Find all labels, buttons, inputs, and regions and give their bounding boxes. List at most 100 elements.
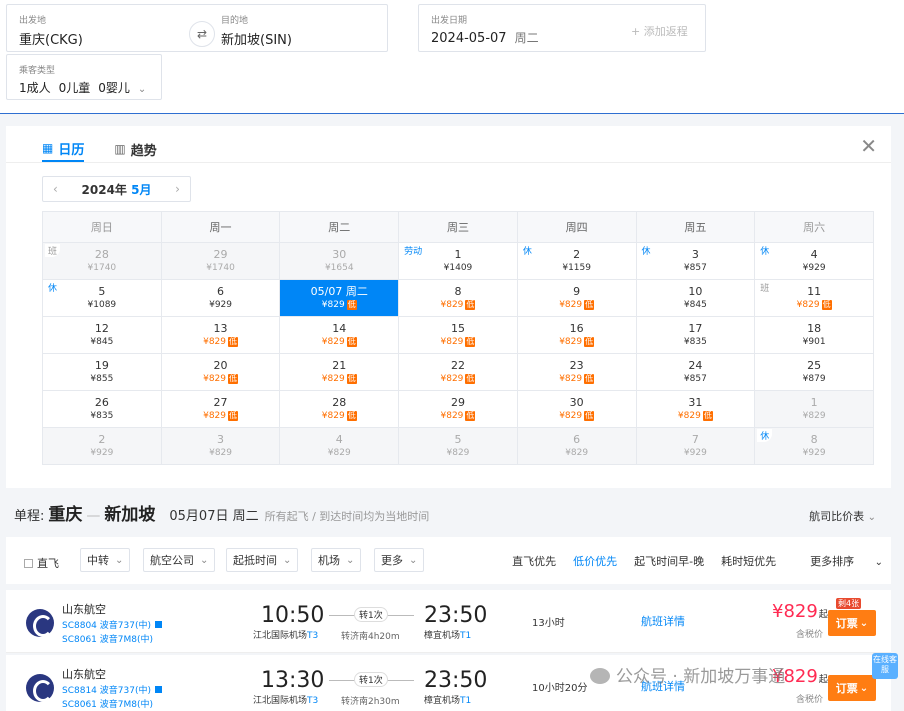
day-price-value: ¥835: [683, 337, 707, 347]
calendar-day[interactable]: 休 8 ¥929: [754, 427, 874, 465]
day-number: 25: [807, 359, 822, 372]
day-price: ¥829 低: [280, 299, 398, 311]
calendar-day[interactable]: 2 ¥929: [42, 427, 162, 465]
flight-code-1[interactable]: SC8814 波音737(中): [62, 683, 162, 696]
calendar-day[interactable]: 20 ¥829 低: [160, 353, 281, 391]
calendar-day[interactable]: 29 ¥829 低: [398, 390, 518, 428]
calendar-day[interactable]: 4 ¥829: [279, 427, 400, 465]
day-price: ¥829 低: [162, 410, 280, 422]
sort-more[interactable]: 更多排序 ⌄: [793, 553, 883, 569]
calendar-day[interactable]: 14 ¥829 低: [279, 316, 400, 354]
day-price: ¥1089: [43, 299, 161, 311]
low-price-badge: 低: [465, 337, 476, 347]
calendar-day[interactable]: 12 ¥845: [42, 316, 162, 354]
calendar-day[interactable]: 6 ¥829: [516, 427, 637, 465]
calendar-day[interactable]: 10 ¥845: [635, 279, 756, 317]
calendar-day[interactable]: 24 ¥857: [635, 353, 756, 391]
calendar-day[interactable]: 21 ¥829 低: [279, 353, 400, 391]
calendar-day[interactable]: 1 ¥829: [754, 390, 874, 428]
tab-calendar[interactable]: ▦ 日历: [42, 136, 85, 162]
low-price-badge: 低: [346, 337, 357, 347]
flight-detail-link[interactable]: 航班详情: [641, 613, 685, 629]
day-price: ¥829: [399, 447, 517, 459]
terminal: T3: [307, 696, 319, 706]
calendar-day[interactable]: 劳动 1 ¥1409: [398, 242, 518, 280]
day-number: 29: [450, 396, 465, 409]
day-number: 16: [569, 322, 584, 335]
calendar-day[interactable]: 17 ¥835: [635, 316, 756, 354]
calendar-day[interactable]: 班 28 ¥1740: [42, 242, 162, 280]
calendar-day[interactable]: 16 ¥829 低: [516, 316, 637, 354]
sort-departure-time[interactable]: 起飞时间早-晚: [634, 553, 704, 569]
sort-lowest-price[interactable]: 低价优先: [573, 553, 617, 569]
calendar-day[interactable]: 13 ¥829 低: [160, 316, 281, 354]
calendar-day[interactable]: 26 ¥835: [42, 390, 162, 428]
calendar-day[interactable]: 23 ¥829 低: [516, 353, 637, 391]
calendar-day[interactable]: 班 11 ¥829 低: [754, 279, 874, 317]
date-field[interactable]: 出发日期 2024-05-07 周二 + 添加返程: [418, 4, 706, 52]
day-price: ¥855: [43, 373, 161, 385]
day-price-value: ¥1740: [87, 263, 117, 273]
day-number: 10: [688, 285, 703, 298]
calendar-day[interactable]: 30 ¥829 低: [516, 390, 637, 428]
calendar-day[interactable]: 6 ¥929: [160, 279, 281, 317]
calendar-day[interactable]: 3 ¥829: [160, 427, 281, 465]
calendar-day[interactable]: 9 ¥829 低: [516, 279, 637, 317]
close-icon[interactable]: ✕: [860, 134, 877, 158]
calendar-day[interactable]: 休 5 ¥1089: [42, 279, 162, 317]
sort-shortest-duration[interactable]: 耗时短优先: [721, 553, 776, 569]
day-price: ¥829 低: [518, 299, 636, 311]
weekday-header: 周六: [754, 211, 874, 243]
play-icon: [154, 621, 162, 628]
calendar-day[interactable]: 5 ¥829: [398, 427, 518, 465]
filter-airport[interactable]: 机场 ⌄: [311, 548, 362, 572]
add-return-button[interactable]: + 添加返程: [631, 23, 688, 39]
day-price-value: ¥829: [327, 448, 351, 458]
weekday-header: 周四: [516, 211, 637, 243]
direct-checkbox[interactable]: 直飞: [24, 555, 59, 571]
day-price: ¥829 低: [399, 299, 517, 311]
calendar-day[interactable]: 05/07 周二 ¥829 低: [279, 279, 400, 317]
calendar-day[interactable]: 19 ¥855: [42, 353, 162, 391]
calendar-day[interactable]: 休 4 ¥929: [754, 242, 874, 280]
passenger-field[interactable]: 乘客类型 1成人 0儿童 0婴儿 ⌄: [6, 54, 162, 100]
calendar-day[interactable]: 25 ¥879: [754, 353, 874, 391]
flight-code-2[interactable]: SC8061 波音7M8(中): [62, 697, 153, 710]
to-field[interactable]: 目的地 新加坡(SIN): [209, 5, 387, 51]
weekday-header: 周日: [42, 211, 162, 243]
filter-more[interactable]: 更多 ⌄: [374, 548, 425, 572]
flight-code-2[interactable]: SC8061 波音7M8(中): [62, 632, 153, 645]
calendar-day[interactable]: 27 ¥829 低: [160, 390, 281, 428]
online-service-button[interactable]: 在线客服: [872, 653, 898, 679]
next-month-icon[interactable]: ›: [175, 182, 180, 196]
calendar-day[interactable]: 29 ¥1740: [160, 242, 281, 280]
flight-row[interactable]: 山东航空 SC8804 波音737(中) SC8061 波音7M8(中) 10:…: [6, 590, 891, 653]
price-suffix: 起: [818, 675, 828, 685]
filter-time[interactable]: 起抵时间 ⌄: [226, 548, 299, 572]
from-field[interactable]: 出发地 重庆(CKG): [7, 5, 197, 51]
calendar-day[interactable]: 休 2 ¥1159: [516, 242, 637, 280]
flight-code-1[interactable]: SC8804 波音737(中): [62, 618, 162, 631]
sort-direct-first[interactable]: 直飞优先: [512, 553, 556, 569]
calendar-day[interactable]: 18 ¥901: [754, 316, 874, 354]
tab-trend[interactable]: ▥ 趋势: [114, 136, 156, 162]
book-button[interactable]: 订票 ⌄: [828, 610, 876, 636]
calendar-day[interactable]: 8 ¥829 低: [398, 279, 518, 317]
calendar-day[interactable]: 31 ¥829 低: [635, 390, 756, 428]
day-number: 24: [688, 359, 703, 372]
route-prefix: 单程:: [14, 509, 45, 524]
calendar-day[interactable]: 休 3 ¥857: [635, 242, 756, 280]
book-button[interactable]: 订票 ⌄: [828, 675, 876, 701]
day-price: ¥929: [755, 262, 873, 274]
calendar-day[interactable]: 28 ¥829 低: [279, 390, 400, 428]
calendar-day[interactable]: 30 ¥1654: [279, 242, 400, 280]
filter-transfer[interactable]: 中转 ⌄: [80, 548, 131, 572]
calendar-day[interactable]: 22 ¥829 低: [398, 353, 518, 391]
calendar-day[interactable]: 7 ¥929: [635, 427, 756, 465]
calendar-day[interactable]: 15 ¥829 低: [398, 316, 518, 354]
airline-compare-button[interactable]: 航司比价表 ⌄: [809, 508, 876, 524]
day-price: ¥835: [43, 410, 161, 422]
filter-airline[interactable]: 航空公司 ⌄: [143, 548, 216, 572]
prev-month-icon[interactable]: ‹: [53, 182, 58, 196]
transfer-info: 转济南2h30m: [341, 697, 400, 707]
